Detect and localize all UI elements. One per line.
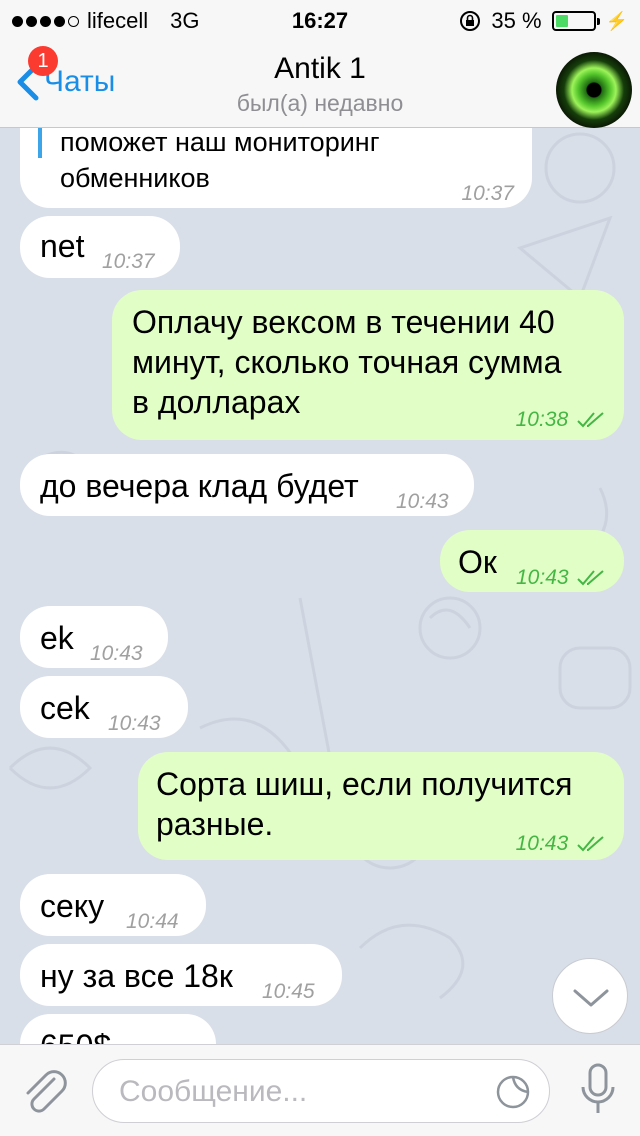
battery-percent: 35 %: [491, 8, 542, 33]
message-time: 10:37: [461, 182, 514, 205]
message-text: минут, сколько точная сумма: [132, 344, 562, 380]
message-text: ну за все 18к: [40, 958, 233, 994]
message-time-text: 10:43: [515, 832, 569, 855]
message-text: в долларах: [132, 384, 301, 420]
message-time-text: 10:38: [515, 408, 569, 431]
message-time: 10:43: [108, 712, 161, 735]
message-time: 10:44: [126, 910, 179, 933]
sticker-button[interactable]: [495, 1074, 531, 1115]
message-bubble[interactable]: секу 10:44: [20, 874, 206, 936]
message-bubble[interactable]: до вечера клад будет 10:43: [20, 454, 474, 516]
message-text: Сорта шиш, если получится: [156, 766, 573, 802]
chat-header: Чаты 1 Antik 1 был(а) недавно: [0, 40, 640, 128]
message-text: разные.: [156, 806, 274, 842]
sticker-icon: [496, 1075, 530, 1109]
message-bubble[interactable]: cek 10:43: [20, 676, 188, 738]
message-bubble[interactable]: ek 10:43: [20, 606, 168, 668]
message-bubble[interactable]: Оплачу вексом в течении 40 минут, скольк…: [112, 290, 624, 440]
message-bubble[interactable]: поможет наш мониторинг обменников 10:37: [20, 128, 532, 208]
reply-quote-bar: [38, 128, 42, 158]
last-seen-status: был(а) недавно: [236, 90, 404, 116]
message-text: обменников: [60, 163, 210, 193]
message-time: 10:43: [90, 642, 143, 665]
rotation-lock-icon: [460, 11, 481, 31]
message-time: 10:45: [262, 980, 315, 1003]
message-bubble[interactable]: Ок 10:43: [440, 530, 624, 592]
message-time: 10:43: [516, 558, 606, 598]
chevron-down-icon: [573, 989, 609, 1007]
composer-bar: [0, 1044, 640, 1136]
message-field-container: [92, 1059, 550, 1123]
message-text: Ок: [458, 544, 497, 580]
message-text: 650$: [40, 1026, 111, 1044]
message-bubble[interactable]: ну за все 18к 10:45: [20, 944, 342, 1006]
battery-icon: [551, 11, 600, 31]
message-text: секу: [40, 888, 105, 924]
microphone-icon: [581, 1063, 615, 1113]
double-check-icon: [577, 836, 604, 852]
message-time: 10:43: [516, 824, 606, 864]
message-text: net: [40, 228, 85, 264]
message-bubble[interactable]: net 10:37: [20, 216, 180, 278]
avatar[interactable]: [556, 52, 632, 128]
message-list[interactable]: поможет наш мониторинг обменников 10:37 …: [0, 128, 640, 1044]
paperclip-icon: [26, 1070, 67, 1113]
message-time-text: 10:43: [516, 566, 569, 589]
chat-title[interactable]: Antik 1: [0, 52, 640, 86]
charging-icon: ⚡: [605, 10, 628, 31]
message-text: до вечера клад будет: [40, 468, 359, 504]
message-time: 10:43: [396, 490, 449, 513]
message-input[interactable]: [117, 1070, 471, 1114]
message-bubble[interactable]: 650$: [20, 1014, 216, 1044]
message-time: 10:37: [102, 250, 155, 273]
message-text: cek: [40, 690, 90, 726]
message-text: Оплачу вексом в течении 40: [132, 304, 555, 340]
double-check-icon: [577, 570, 605, 586]
message-text: поможет наш мониторинг: [60, 128, 380, 157]
attach-button[interactable]: [20, 1065, 70, 1124]
message-bubble[interactable]: Сорта шиш, если получится разные. 10:43: [138, 752, 624, 860]
scroll-to-bottom-button[interactable]: [552, 958, 628, 1034]
message-time: 10:38: [516, 400, 606, 440]
status-bar: lifecell 3G 16:27 35 % ⚡: [0, 0, 640, 40]
message-text: ek: [40, 620, 74, 656]
voice-record-button[interactable]: [578, 1063, 618, 1124]
double-check-icon: [577, 412, 604, 428]
